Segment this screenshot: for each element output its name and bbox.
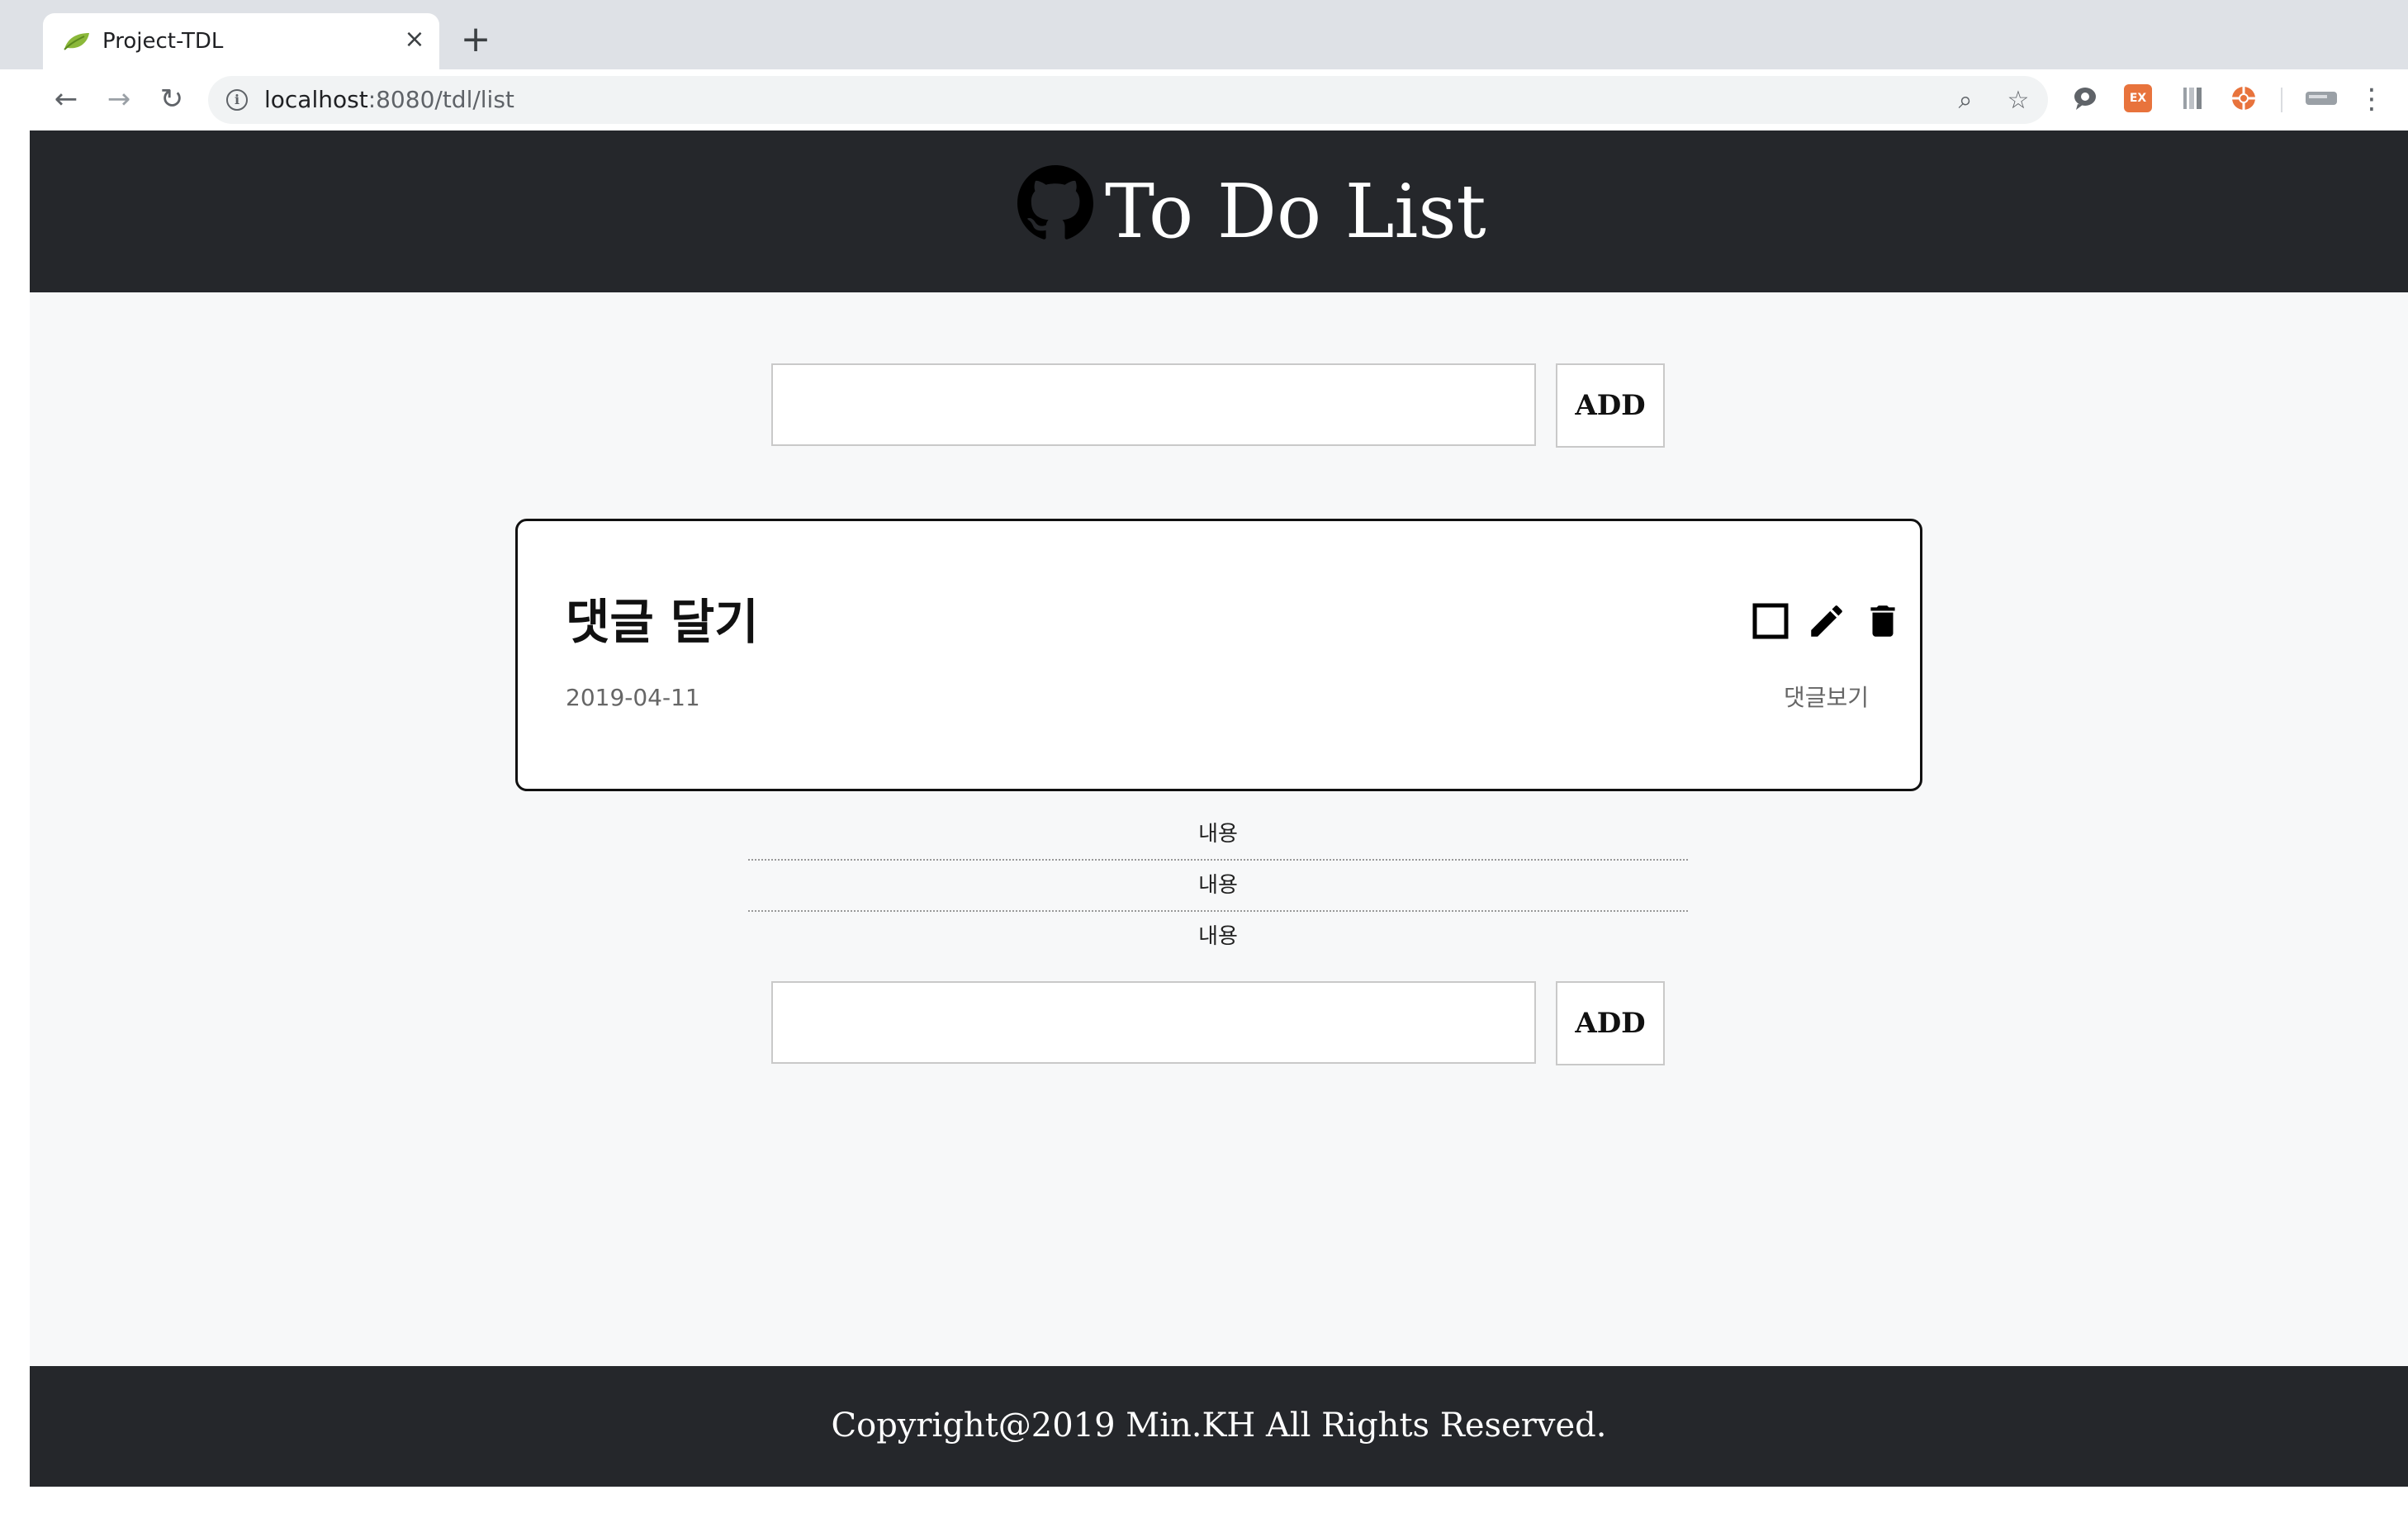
- tab-strip: Project-TDL × +: [0, 0, 2408, 69]
- reload-button[interactable]: ↻: [155, 83, 188, 116]
- tab-title: Project-TDL: [102, 29, 224, 54]
- lifebuoy-extension-icon[interactable]: [2230, 84, 2258, 112]
- url-text[interactable]: localhost:8080/tdl/list: [264, 86, 514, 114]
- delete-trash-icon[interactable]: [1862, 600, 1903, 642]
- add-todo-button[interactable]: ADD: [1556, 363, 1665, 448]
- browser-chrome: Project-TDL × + ← → ↻ i localhost:8080/t…: [0, 0, 2408, 131]
- footer-copyright: Copyright@2019 Min.KH All Rights Reserve…: [831, 1407, 1607, 1445]
- barcode-extension-icon[interactable]: [2178, 84, 2207, 112]
- todo-date: 2019-04-11: [566, 684, 700, 711]
- browser-toolbar: ← → ↻ i localhost:8080/tdl/list ⌕ ☆ EX ⋮: [0, 69, 2408, 131]
- todo-input[interactable]: [771, 363, 1536, 446]
- edit-pencil-icon[interactable]: [1806, 600, 1847, 642]
- todo-card: 댓글 달기 2019-04-11 댓글보기: [515, 519, 1922, 791]
- leaf-favicon-icon: [64, 33, 89, 50]
- comment-input[interactable]: [771, 981, 1536, 1064]
- back-button[interactable]: ←: [50, 83, 83, 116]
- ex-extension-icon[interactable]: EX: [2124, 84, 2152, 112]
- zoom-icon[interactable]: ⌕: [1952, 88, 1979, 114]
- comment-item: 내용: [748, 861, 1688, 912]
- add-comment-button[interactable]: ADD: [1556, 981, 1665, 1065]
- comment-item: 내용: [748, 809, 1688, 861]
- card-extension-icon[interactable]: [2304, 84, 2339, 112]
- page-footer: Copyright@2019 Min.KH All Rights Reserve…: [30, 1366, 2408, 1487]
- browser-tab[interactable]: Project-TDL ×: [43, 13, 439, 69]
- new-tab-button[interactable]: +: [459, 21, 492, 58]
- comment-list: 내용 내용 내용: [748, 809, 1688, 961]
- page: To Do List ADD 댓글 달기 2019-04-11 댓글보기 내용 …: [30, 130, 2408, 1487]
- window-bottom: [0, 1487, 2408, 1523]
- url-host: localhost: [264, 86, 368, 113]
- page-title: To Do List: [1105, 168, 1486, 255]
- github-icon[interactable]: [1017, 165, 1093, 241]
- bookmark-star-icon[interactable]: ☆: [2005, 88, 2031, 114]
- address-bar[interactable]: i localhost:8080/tdl/list ⌕ ☆: [208, 76, 2048, 124]
- url-path: :8080/tdl/list: [367, 86, 514, 113]
- checkbox-icon[interactable]: [1750, 600, 1791, 642]
- close-tab-icon[interactable]: ×: [400, 25, 429, 55]
- todo-title: 댓글 달기: [566, 594, 759, 650]
- view-comments-link[interactable]: 댓글보기: [1784, 683, 1869, 713]
- chat-extension-icon[interactable]: [2071, 84, 2099, 112]
- page-header: To Do List: [30, 130, 2408, 292]
- toolbar-divider: [2281, 88, 2282, 112]
- site-info-icon[interactable]: i: [226, 89, 248, 111]
- browser-menu-icon[interactable]: ⋮: [2355, 83, 2388, 116]
- window-edge: [0, 130, 30, 1523]
- comment-item: 내용: [1198, 924, 1238, 949]
- forward-button[interactable]: →: [102, 83, 135, 116]
